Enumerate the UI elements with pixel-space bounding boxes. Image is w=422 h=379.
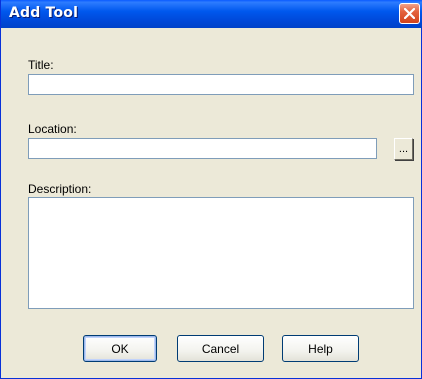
location-input[interactable] [28, 138, 377, 159]
location-label: Location: [28, 122, 77, 136]
add-tool-dialog: Add Tool Title: Location: ... Descriptio… [0, 0, 422, 379]
close-icon [404, 8, 415, 19]
browse-button[interactable]: ... [394, 138, 413, 160]
description-label: Description: [28, 182, 92, 196]
close-button[interactable] [399, 3, 420, 24]
cancel-button[interactable]: Cancel [177, 335, 264, 362]
ok-button[interactable]: OK [83, 335, 157, 362]
window-title: Add Tool [9, 5, 79, 21]
title-input[interactable] [28, 74, 414, 95]
description-textarea[interactable] [28, 197, 414, 309]
title-label: Title: [28, 58, 54, 72]
help-button[interactable]: Help [282, 335, 359, 362]
title-bar[interactable]: Add Tool [1, 0, 422, 28]
